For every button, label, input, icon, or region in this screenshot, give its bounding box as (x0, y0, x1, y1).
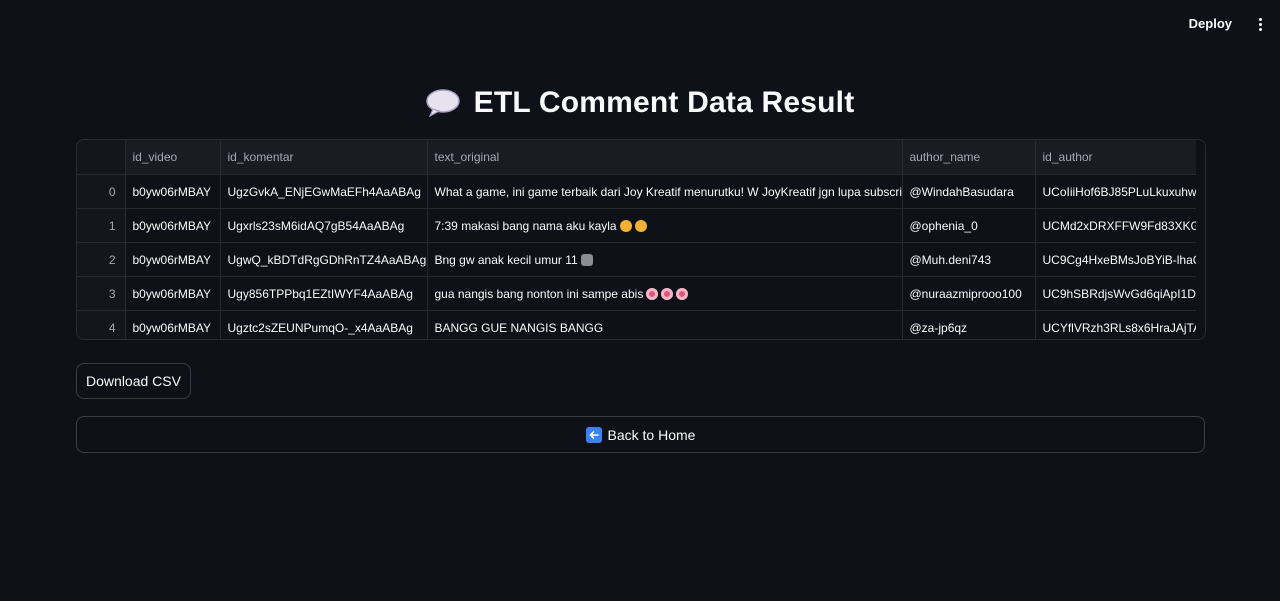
deploy-button[interactable]: Deploy (1185, 12, 1236, 36)
row-index: 2 (77, 242, 126, 277)
emoji-face-icon (634, 219, 647, 232)
column-header-id-komentar[interactable]: id_komentar (220, 140, 428, 175)
column-header-index (77, 140, 126, 175)
cell-author-name[interactable]: @Muh.deni743 (902, 242, 1036, 277)
emoji-crying-face-icon (661, 287, 674, 300)
cell-text: 7:39 makasi bang nama aku kayla (434, 218, 617, 233)
page-title-container: ETL Comment Data Result (0, 82, 1280, 124)
table-row: 3 b0yw06rMBAY Ugy856TPPbq1EZtIWYF4AaABAg… (77, 276, 1197, 311)
table-row: 1 b0yw06rMBAY Ugxrls23sM6idAQ7gB54AaABAg… (77, 208, 1197, 243)
row-index: 4 (77, 310, 126, 339)
row-index: 0 (77, 174, 126, 209)
column-header-id-author[interactable]: id_author (1035, 140, 1197, 175)
cell-id-video[interactable]: b0yw06rMBAY (125, 310, 221, 339)
cell-id-video[interactable]: b0yw06rMBAY (125, 208, 221, 243)
cell-text: gua nangis bang nonton ini sampe abis (434, 286, 644, 301)
column-header-id-video[interactable]: id_video (125, 140, 221, 175)
cell-author-name[interactable]: @WindahBasudara (902, 174, 1036, 209)
cell-id-komentar[interactable]: Ugxrls23sM6idAQ7gB54AaABAg (220, 208, 428, 243)
table-row: 4 b0yw06rMBAY Ugztc2sZEUNPumqO-_x4AaABAg… (77, 310, 1197, 339)
cell-id-komentar[interactable]: UgzGvkA_ENjEGwMaEFh4AaABAg (220, 174, 428, 209)
speech-bubble-icon (425, 89, 460, 117)
cell-text-original[interactable]: BANGG GUE NANGIS BANGG (427, 310, 903, 339)
cell-text: BANGG GUE NANGIS BANGG (434, 320, 604, 335)
cell-text-original[interactable]: 7:39 makasi bang nama aku kayla (427, 208, 903, 243)
cell-id-author[interactable]: UCoIiiHof6BJ85PLuLkuxuhw (1035, 174, 1197, 209)
column-header-author-name[interactable]: author_name (902, 140, 1036, 175)
kebab-menu-icon[interactable] (1252, 12, 1268, 36)
cell-text-original[interactable]: Bng gw anak kecil umur 11 (427, 242, 903, 277)
emoji-headstone-icon (580, 253, 593, 266)
cell-author-name[interactable]: @ophenia_0 (902, 208, 1036, 243)
column-header-text-original[interactable]: text_original (427, 140, 903, 175)
cell-id-author[interactable]: UC9hSBRdjsWvGd6qiApI1Daw (1035, 276, 1197, 311)
table-header-row: id_video id_komentar text_original autho… (77, 140, 1197, 175)
emoji-crying-face-icon (646, 287, 659, 300)
table-row: 0 b0yw06rMBAY UgzGvkA_ENjEGwMaEFh4AaABAg… (77, 174, 1197, 209)
comment-table: id_video id_komentar text_original autho… (77, 140, 1197, 339)
cell-text: Bng gw anak kecil umur 11 (434, 252, 578, 267)
cell-id-komentar[interactable]: Ugy856TPPbq1EZtIWYF4AaABAg (220, 276, 428, 311)
row-index: 3 (77, 276, 126, 311)
page-title: ETL Comment Data Result (473, 86, 855, 119)
cell-id-author[interactable]: UCYflVRzh3RLs8x6HraJAjTA (1035, 310, 1197, 339)
emoji-face-icon (619, 219, 632, 232)
cell-id-author[interactable]: UCMd2xDRXFFW9Fd83XKGSw (1035, 208, 1197, 243)
emoji-crying-face-icon (676, 287, 689, 300)
cell-id-author[interactable]: UC9Cg4HxeBMsJoBYiB-lhaQw (1035, 242, 1197, 277)
download-csv-button[interactable]: Download CSV (76, 363, 191, 399)
back-arrow-icon (585, 426, 602, 443)
app-header: Deploy (0, 0, 1280, 48)
cell-author-name[interactable]: @nuraazmiprooo100 (902, 276, 1036, 311)
cell-id-video[interactable]: b0yw06rMBAY (125, 242, 221, 277)
cell-author-name[interactable]: @za-jp6qz (902, 310, 1036, 339)
cell-id-video[interactable]: b0yw06rMBAY (125, 276, 221, 311)
table-row: 2 b0yw06rMBAY UgwQ_kBDTdRgGDhRnTZ4AaABAg… (77, 242, 1197, 277)
table-scroll-edge (1196, 140, 1205, 339)
cell-id-video[interactable]: b0yw06rMBAY (125, 174, 221, 209)
back-to-home-button[interactable]: Back to Home (76, 416, 1205, 453)
row-index: 1 (77, 208, 126, 243)
back-to-home-label: Back to Home (607, 426, 696, 443)
dataframe[interactable]: id_video id_komentar text_original autho… (76, 139, 1206, 340)
cell-text-original[interactable]: gua nangis bang nonton ini sampe abis (427, 276, 903, 311)
cell-id-komentar[interactable]: UgwQ_kBDTdRgGDhRnTZ4AaABAg (220, 242, 428, 277)
cell-text-original[interactable]: What a game, ini game terbaik dari Joy K… (427, 174, 903, 209)
cell-text: What a game, ini game terbaik dari Joy K… (434, 184, 902, 199)
cell-id-komentar[interactable]: Ugztc2sZEUNPumqO-_x4AaABAg (220, 310, 428, 339)
